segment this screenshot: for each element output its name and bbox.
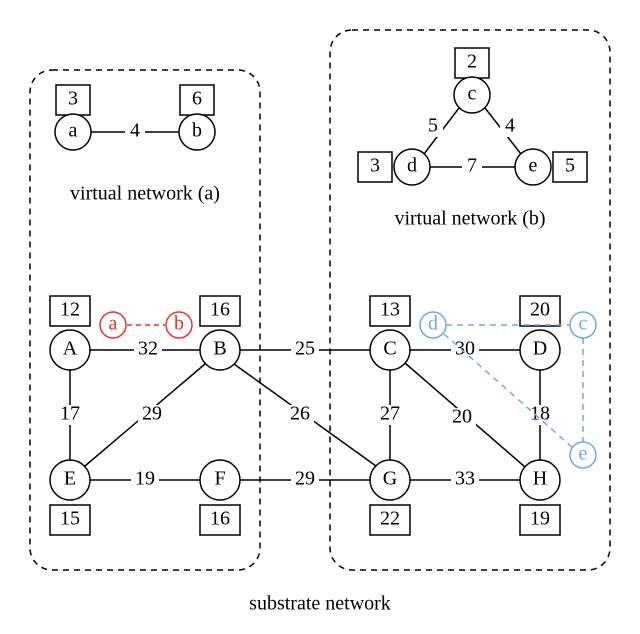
sub-node-H-box-value: 19 [530, 508, 550, 530]
vn-a-node-b: 6 b [179, 85, 215, 150]
vn-b-node-c: 2 c [454, 48, 490, 113]
vn-b-node-e-box-value: 5 [565, 155, 575, 177]
map-a-node-b: b [166, 312, 192, 338]
sub-node-H: 19 H [520, 460, 560, 535]
vn-b-node-d: 3 d [358, 149, 430, 185]
vn-b-node-e: 5 e [515, 149, 587, 185]
vn-b-node-c-box-value: 2 [467, 51, 477, 73]
vn-a-node-b-box-value: 6 [192, 88, 202, 110]
sub-node-B-box-value: 16 [210, 299, 230, 321]
vn-b-node-c-label: c [468, 83, 477, 105]
sub-node-A-label: A [63, 338, 78, 360]
vn-a-node-a-box-value: 3 [68, 88, 78, 110]
vn-a-edge-ab-weight: 4 [130, 120, 140, 142]
sub-node-C-box-value: 13 [380, 299, 400, 321]
map-a-node-a: a [100, 312, 126, 338]
sub-edge-CH-weight: 20 [452, 406, 472, 428]
sub-node-F: 16 F [200, 460, 240, 535]
sub-edge-BC-weight: 25 [295, 338, 315, 360]
vn-b-node-d-label: d [407, 155, 417, 177]
sub-edge-GH-weight: 33 [455, 468, 475, 490]
map-a-node-b-label: b [174, 313, 184, 335]
sub-node-D-label: D [533, 338, 547, 360]
vn-a-node-a: 3 a [55, 85, 91, 150]
vn-b-edge-ce-weight: 4 [505, 115, 515, 137]
sub-edge-AB-weight: 32 [138, 338, 158, 360]
sub-node-A-box-value: 12 [60, 299, 80, 321]
vn-a-node-a-label: a [69, 120, 78, 142]
vn-b-node-d-box-value: 3 [370, 155, 380, 177]
sub-node-D: 20 D [520, 296, 560, 370]
sub-node-E-label: E [64, 468, 76, 490]
sub-edge-FG-weight: 29 [295, 468, 315, 490]
map-b-node-c: c [570, 312, 596, 338]
map-b-node-e: e [570, 442, 596, 468]
vn-a-node-b-label: b [192, 120, 202, 142]
vn-b-node-e-label: e [529, 155, 538, 177]
sub-node-A: 12 A [50, 296, 90, 370]
sub-node-F-label: F [214, 468, 225, 490]
vn-b-edge-cd-weight: 5 [428, 115, 438, 137]
map-b-node-e-label: e [579, 443, 588, 465]
vn-b-edge-de-weight: 7 [467, 155, 477, 177]
sub-edge-CG-weight: 27 [380, 403, 400, 425]
sub-node-C: 13 C [370, 296, 410, 370]
vn-a-caption: virtual network (a) [70, 183, 220, 205]
sub-node-B-label: B [213, 338, 226, 360]
sub-node-G-label: G [383, 468, 397, 490]
sub-node-E-box-value: 15 [60, 508, 80, 530]
sub-node-E: 15 E [50, 460, 90, 535]
sub-edge-CD-weight: 30 [455, 338, 475, 360]
sub-node-G-box-value: 22 [380, 508, 400, 530]
sub-node-H-label: H [533, 468, 547, 490]
map-a-node-a-label: a [109, 313, 118, 335]
sub-node-G: 22 G [370, 460, 410, 535]
vn-b-caption: virtual network (b) [394, 208, 545, 230]
substrate-caption: substrate network [249, 593, 391, 615]
sub-edge-EF-weight: 19 [135, 468, 155, 490]
sub-node-D-box-value: 20 [530, 299, 550, 321]
sub-node-C-label: C [383, 338, 396, 360]
sub-edge-BE-weight: 29 [142, 403, 162, 425]
map-b-node-d: d [420, 312, 446, 338]
map-b-node-d-label: d [428, 313, 438, 335]
sub-node-B: 16 B [200, 296, 240, 370]
map-b-node-c-label: c [579, 313, 588, 335]
sub-edge-BG-weight: 26 [290, 403, 310, 425]
sub-edge-DH-weight: 18 [530, 403, 550, 425]
sub-edge-AE-weight: 17 [60, 403, 80, 425]
sub-node-F-box-value: 16 [210, 508, 230, 530]
